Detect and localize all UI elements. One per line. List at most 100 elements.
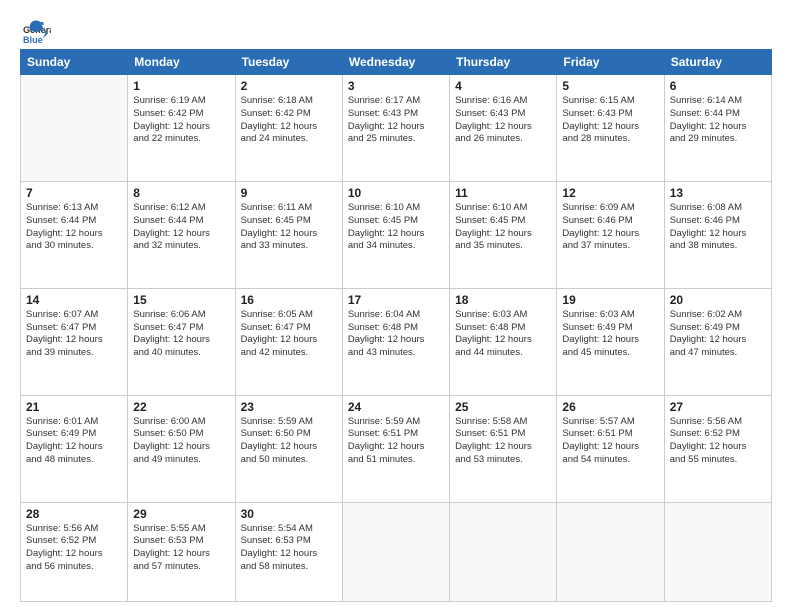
day-number: 13: [670, 186, 766, 200]
day-info: Sunrise: 6:04 AM Sunset: 6:48 PM Dayligh…: [348, 309, 444, 360]
day-cell: 14 Sunrise: 6:07 AM Sunset: 6:47 PM Dayli…: [21, 288, 128, 395]
day-info: Sunrise: 6:16 AM Sunset: 6:43 PM Dayligh…: [455, 95, 551, 146]
day-info: Sunrise: 6:19 AM Sunset: 6:42 PM Dayligh…: [133, 95, 229, 146]
day-cell: [342, 502, 449, 601]
day-number: 17: [348, 293, 444, 307]
day-cell: 20 Sunrise: 6:02 AM Sunset: 6:49 PM Dayli…: [664, 288, 771, 395]
day-number: 22: [133, 400, 229, 414]
logo: General Blue: [20, 22, 51, 39]
page: General Blue: [0, 0, 792, 612]
day-info: Sunrise: 6:03 AM Sunset: 6:48 PM Dayligh…: [455, 309, 551, 360]
day-info: Sunrise: 6:00 AM Sunset: 6:50 PM Dayligh…: [133, 416, 229, 467]
day-info: Sunrise: 6:13 AM Sunset: 6:44 PM Dayligh…: [26, 202, 122, 253]
day-cell: [450, 502, 557, 601]
day-number: 25: [455, 400, 551, 414]
day-number: 24: [348, 400, 444, 414]
day-number: 10: [348, 186, 444, 200]
day-cell: 27 Sunrise: 5:56 AM Sunset: 6:52 PM Dayli…: [664, 395, 771, 502]
day-cell: 2 Sunrise: 6:18 AM Sunset: 6:42 PM Daylig…: [235, 75, 342, 182]
day-cell: 21Sunrise: 6:01 AM Sunset: 6:49 PM Dayli…: [21, 395, 128, 502]
day-cell: 15Sunrise: 6:06 AM Sunset: 6:47 PM Dayli…: [128, 288, 235, 395]
day-number: 7: [26, 186, 122, 200]
day-number: 9: [241, 186, 337, 200]
day-cell: 13Sunrise: 6:08 AM Sunset: 6:46 PM Dayli…: [664, 181, 771, 288]
day-number: 3: [348, 79, 444, 93]
day-info: Sunrise: 5:59 AM Sunset: 6:50 PM Dayligh…: [241, 416, 337, 467]
day-info: Sunrise: 6:02 AM Sunset: 6:49 PM Dayligh…: [670, 309, 766, 360]
day-number: 12: [562, 186, 658, 200]
day-cell: 23 Sunrise: 5:59 AM Sunset: 6:50 PM Dayli…: [235, 395, 342, 502]
day-cell: 24 Sunrise: 5:59 AM Sunset: 6:51 PM Dayli…: [342, 395, 449, 502]
day-cell: 5 Sunrise: 6:15 AM Sunset: 6:43 PM Daylig…: [557, 75, 664, 182]
day-info: Sunrise: 6:11 AM Sunset: 6:45 PM Dayligh…: [241, 202, 337, 253]
day-number: 20: [670, 293, 766, 307]
calendar-header-row: SundayMondayTuesdayWednesdayThursdayFrid…: [21, 50, 772, 75]
day-cell: 9 Sunrise: 6:11 AM Sunset: 6:45 PM Daylig…: [235, 181, 342, 288]
day-info: Sunrise: 6:01 AM Sunset: 6:49 PM Dayligh…: [26, 416, 122, 467]
col-header-sunday: Sunday: [21, 50, 128, 75]
col-header-saturday: Saturday: [664, 50, 771, 75]
day-info: Sunrise: 6:17 AM Sunset: 6:43 PM Dayligh…: [348, 95, 444, 146]
day-info: Sunrise: 5:56 AM Sunset: 6:52 PM Dayligh…: [670, 416, 766, 467]
day-cell: 8 Sunrise: 6:12 AM Sunset: 6:44 PM Daylig…: [128, 181, 235, 288]
day-info: Sunrise: 6:03 AM Sunset: 6:49 PM Dayligh…: [562, 309, 658, 360]
col-header-wednesday: Wednesday: [342, 50, 449, 75]
week-row-2: 7 Sunrise: 6:13 AM Sunset: 6:44 PM Daylig…: [21, 181, 772, 288]
day-info: Sunrise: 5:55 AM Sunset: 6:53 PM Dayligh…: [133, 523, 229, 574]
day-cell: 28 Sunrise: 5:56 AM Sunset: 6:52 PM Dayli…: [21, 502, 128, 601]
day-cell: 25 Sunrise: 5:58 AM Sunset: 6:51 PM Dayli…: [450, 395, 557, 502]
week-row-4: 21Sunrise: 6:01 AM Sunset: 6:49 PM Dayli…: [21, 395, 772, 502]
day-number: 27: [670, 400, 766, 414]
day-number: 14: [26, 293, 122, 307]
day-info: Sunrise: 6:09 AM Sunset: 6:46 PM Dayligh…: [562, 202, 658, 253]
week-row-5: 28 Sunrise: 5:56 AM Sunset: 6:52 PM Dayli…: [21, 502, 772, 601]
day-cell: 30 Sunrise: 5:54 AM Sunset: 6:53 PM Dayli…: [235, 502, 342, 601]
day-number: 23: [241, 400, 337, 414]
day-info: Sunrise: 6:18 AM Sunset: 6:42 PM Dayligh…: [241, 95, 337, 146]
day-cell: 6Sunrise: 6:14 AM Sunset: 6:44 PM Daylig…: [664, 75, 771, 182]
day-number: 16: [241, 293, 337, 307]
day-cell: [664, 502, 771, 601]
day-number: 2: [241, 79, 337, 93]
day-cell: 17 Sunrise: 6:04 AM Sunset: 6:48 PM Dayli…: [342, 288, 449, 395]
day-cell: 4 Sunrise: 6:16 AM Sunset: 6:43 PM Daylig…: [450, 75, 557, 182]
col-header-thursday: Thursday: [450, 50, 557, 75]
calendar-table: SundayMondayTuesdayWednesdayThursdayFrid…: [20, 49, 772, 602]
day-number: 19: [562, 293, 658, 307]
day-cell: 3 Sunrise: 6:17 AM Sunset: 6:43 PM Daylig…: [342, 75, 449, 182]
day-number: 8: [133, 186, 229, 200]
day-info: Sunrise: 5:56 AM Sunset: 6:52 PM Dayligh…: [26, 523, 122, 574]
day-number: 11: [455, 186, 551, 200]
day-info: Sunrise: 5:57 AM Sunset: 6:51 PM Dayligh…: [562, 416, 658, 467]
week-row-1: 1Sunrise: 6:19 AM Sunset: 6:42 PM Daylig…: [21, 75, 772, 182]
day-cell: 11 Sunrise: 6:10 AM Sunset: 6:45 PM Dayli…: [450, 181, 557, 288]
day-info: Sunrise: 5:54 AM Sunset: 6:53 PM Dayligh…: [241, 523, 337, 574]
day-cell: 26 Sunrise: 5:57 AM Sunset: 6:51 PM Dayli…: [557, 395, 664, 502]
day-cell: 16 Sunrise: 6:05 AM Sunset: 6:47 PM Dayli…: [235, 288, 342, 395]
day-number: 5: [562, 79, 658, 93]
day-info: Sunrise: 6:10 AM Sunset: 6:45 PM Dayligh…: [455, 202, 551, 253]
col-header-friday: Friday: [557, 50, 664, 75]
day-cell: 7 Sunrise: 6:13 AM Sunset: 6:44 PM Daylig…: [21, 181, 128, 288]
day-number: 28: [26, 507, 122, 521]
day-cell: [557, 502, 664, 601]
col-header-monday: Monday: [128, 50, 235, 75]
day-number: 4: [455, 79, 551, 93]
day-info: Sunrise: 5:58 AM Sunset: 6:51 PM Dayligh…: [455, 416, 551, 467]
day-number: 26: [562, 400, 658, 414]
day-info: Sunrise: 6:15 AM Sunset: 6:43 PM Dayligh…: [562, 95, 658, 146]
header: General Blue: [20, 18, 772, 39]
day-cell: 1Sunrise: 6:19 AM Sunset: 6:42 PM Daylig…: [128, 75, 235, 182]
day-cell: 29Sunrise: 5:55 AM Sunset: 6:53 PM Dayli…: [128, 502, 235, 601]
day-info: Sunrise: 6:14 AM Sunset: 6:44 PM Dayligh…: [670, 95, 766, 146]
day-cell: 19 Sunrise: 6:03 AM Sunset: 6:49 PM Dayli…: [557, 288, 664, 395]
logo-bird-icon: [22, 17, 44, 39]
day-info: Sunrise: 6:12 AM Sunset: 6:44 PM Dayligh…: [133, 202, 229, 253]
day-cell: 18Sunrise: 6:03 AM Sunset: 6:48 PM Dayli…: [450, 288, 557, 395]
day-info: Sunrise: 6:05 AM Sunset: 6:47 PM Dayligh…: [241, 309, 337, 360]
day-info: Sunrise: 5:59 AM Sunset: 6:51 PM Dayligh…: [348, 416, 444, 467]
week-row-3: 14 Sunrise: 6:07 AM Sunset: 6:47 PM Dayli…: [21, 288, 772, 395]
day-cell: 22 Sunrise: 6:00 AM Sunset: 6:50 PM Dayli…: [128, 395, 235, 502]
day-info: Sunrise: 6:07 AM Sunset: 6:47 PM Dayligh…: [26, 309, 122, 360]
day-number: 30: [241, 507, 337, 521]
